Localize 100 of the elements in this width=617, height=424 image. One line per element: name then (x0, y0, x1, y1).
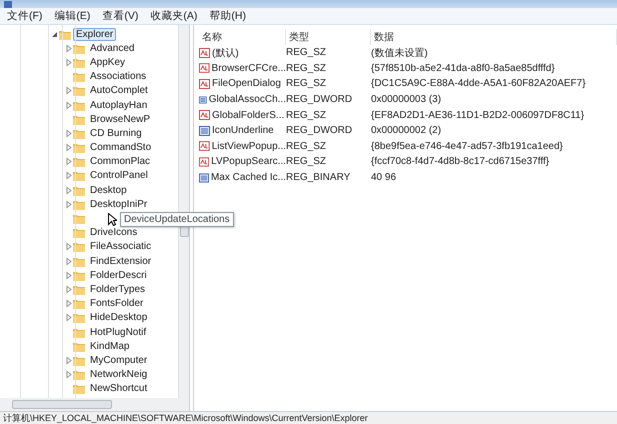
collapse-arrow-icon[interactable] (50, 30, 59, 39)
expand-arrow-icon[interactable] (64, 86, 73, 96)
folder-icon (73, 369, 85, 380)
expand-arrow-icon[interactable] (64, 299, 73, 308)
tree-item[interactable]: NetworkNeig (87, 368, 150, 382)
value-name: BrowserCFCre... (212, 62, 286, 74)
tree-item[interactable]: FindExtensior (87, 254, 154, 268)
tree-item[interactable]: ControlPanel (87, 169, 151, 182)
table-cell-text: {EF8AD2D1-AE36-11D1-B2D2-006097DF8C11} (371, 108, 586, 123)
cursor-icon (108, 213, 117, 226)
menu-item[interactable]: 编辑(E) (49, 9, 96, 23)
expand-arrow-icon[interactable] (64, 143, 73, 152)
tree-item[interactable]: Desktop (87, 184, 130, 197)
folder-icon (73, 170, 85, 182)
folder-icon (73, 354, 85, 366)
tree-item[interactable]: DriveIcons (87, 226, 140, 240)
column-header[interactable]: 名称 (199, 29, 286, 45)
value-name-cell[interactable]: LVPopupSearc... (199, 154, 286, 170)
expand-arrow-icon[interactable] (64, 128, 73, 138)
expand-arrow-icon[interactable] (64, 44, 73, 53)
tree-item[interactable]: MyComputer (87, 354, 150, 367)
string-value-icon (199, 156, 210, 167)
table-cell-text: REG_DWORD (286, 93, 354, 108)
tree-item[interactable]: Associations (87, 70, 150, 84)
value-name-cell[interactable]: (默认) (199, 45, 286, 61)
value-name: GlobalFolderS... (212, 110, 284, 121)
tree-item[interactable]: FileAssociatic (87, 240, 154, 254)
menu-item[interactable]: 文件(F) (2, 9, 48, 23)
expand-arrow-icon[interactable] (64, 270, 73, 280)
column-header[interactable]: 数据 (371, 29, 617, 45)
expand-arrow-icon[interactable] (64, 100, 73, 110)
expand-arrow-icon[interactable] (64, 186, 73, 195)
folder-icon (73, 42, 85, 54)
registry-app-icon (4, 0, 12, 8)
table-cell-text: {8be9f5ea-e746-4e47-ad57-3fb191ca1eed} (371, 140, 564, 154)
tree-item[interactable]: AppKey (87, 56, 128, 69)
folder-icon (73, 227, 85, 238)
tree-item[interactable]: HotPlugNotif (87, 326, 150, 339)
tree-item[interactable]: DesktopIniPr (87, 198, 150, 211)
expand-arrow-icon[interactable] (64, 313, 73, 322)
expand-arrow-icon[interactable] (64, 370, 73, 380)
table-cell-text: REG_SZ (286, 62, 328, 76)
expand-arrow-icon[interactable] (64, 171, 73, 180)
expand-arrow-icon[interactable] (64, 200, 73, 209)
column-header[interactable]: 类型 (286, 29, 371, 45)
folder-icon (73, 256, 85, 267)
table-cell-text: {57f8510b-a5e2-41da-a8f0-8a5ae85dfffd} (371, 62, 556, 76)
tree-item[interactable]: CommonPlac (87, 155, 154, 168)
value-name: Max Cached Ic... (210, 172, 286, 184)
folder-icon (73, 383, 85, 394)
tree-item[interactable]: CommandSto (87, 141, 154, 154)
folder-icon (73, 142, 85, 154)
table-cell-text: REG_SZ (286, 46, 328, 60)
folder-icon (73, 312, 85, 324)
folder-icon (73, 156, 85, 168)
tree-item[interactable]: Advanced (87, 42, 138, 55)
value-name-cell[interactable]: ListViewPopup... (199, 138, 286, 154)
menu-item[interactable]: 查看(V) (97, 9, 144, 23)
folder-icon (59, 28, 71, 40)
tree-item[interactable]: FontsFolder (87, 297, 146, 310)
binary-value-icon (199, 94, 207, 105)
table-cell-text: REG_SZ (286, 77, 328, 92)
tooltip: DeviceUpdateLocations (120, 212, 234, 227)
tree-item[interactable]: NewShortcut (87, 382, 150, 396)
table-cell-text: {DC1C5A9C-E88A-4dde-A5A1-60F82A20AEF7} (371, 77, 587, 92)
value-name: ListViewPopup... (212, 140, 286, 152)
tree-item[interactable]: FolderDescri (87, 268, 150, 282)
folder-icon (73, 241, 85, 252)
folder-icon (73, 326, 85, 338)
tree-item[interactable]: FolderTypes (87, 282, 148, 296)
expand-arrow-icon[interactable] (64, 256, 73, 266)
value-name: FileOpenDialog (212, 78, 281, 90)
table-cell-text: REG_SZ (286, 155, 328, 170)
value-name-cell[interactable]: Max Cached Ic... (199, 170, 286, 186)
table-cell-text: 40 96 (371, 171, 398, 186)
tree-item[interactable]: AutoComplet (87, 84, 151, 98)
binary-value-icon (199, 172, 209, 183)
expand-arrow-icon[interactable] (64, 58, 73, 67)
menu-item[interactable]: 收藏夹(A) (145, 9, 202, 23)
tree-item[interactable]: Explorer (73, 28, 116, 41)
tree-item[interactable]: KindMap (87, 340, 132, 353)
expand-arrow-icon[interactable] (64, 157, 73, 166)
status-path: 计算机\HKEY_LOCAL_MACHINE\SOFTWARE\Microsoft\Windows\CurrentVersion\Explorer (3, 412, 368, 424)
expand-arrow-icon[interactable] (64, 242, 73, 252)
value-name: GlobalAssocCh... (208, 94, 286, 106)
tree-item[interactable]: CD Burning (87, 126, 145, 140)
table-cell-text: {fccf70c8-f4d7-4d8b-8c17-cd6715e37fff} (371, 155, 550, 170)
value-name-cell[interactable]: FileOpenDialog (199, 76, 286, 92)
expand-arrow-icon[interactable] (64, 284, 73, 294)
value-name-cell[interactable]: IconUnderline (199, 122, 286, 139)
value-name-cell[interactable]: GlobalAssocCh... (199, 92, 286, 108)
tree-item[interactable]: AutoplayHan (87, 98, 150, 112)
value-name-cell[interactable]: BrowserCFCre... (199, 60, 286, 76)
horizontal-scrollbar[interactable] (0, 398, 189, 411)
tree-item[interactable]: BrowseNewP (87, 112, 154, 126)
menu-item[interactable]: 帮助(H) (204, 9, 251, 23)
tree-item[interactable]: HideDesktop (87, 311, 150, 324)
expand-arrow-icon[interactable] (64, 356, 73, 365)
folder-icon (73, 184, 85, 196)
value-name-cell[interactable]: GlobalFolderS... (199, 107, 286, 123)
